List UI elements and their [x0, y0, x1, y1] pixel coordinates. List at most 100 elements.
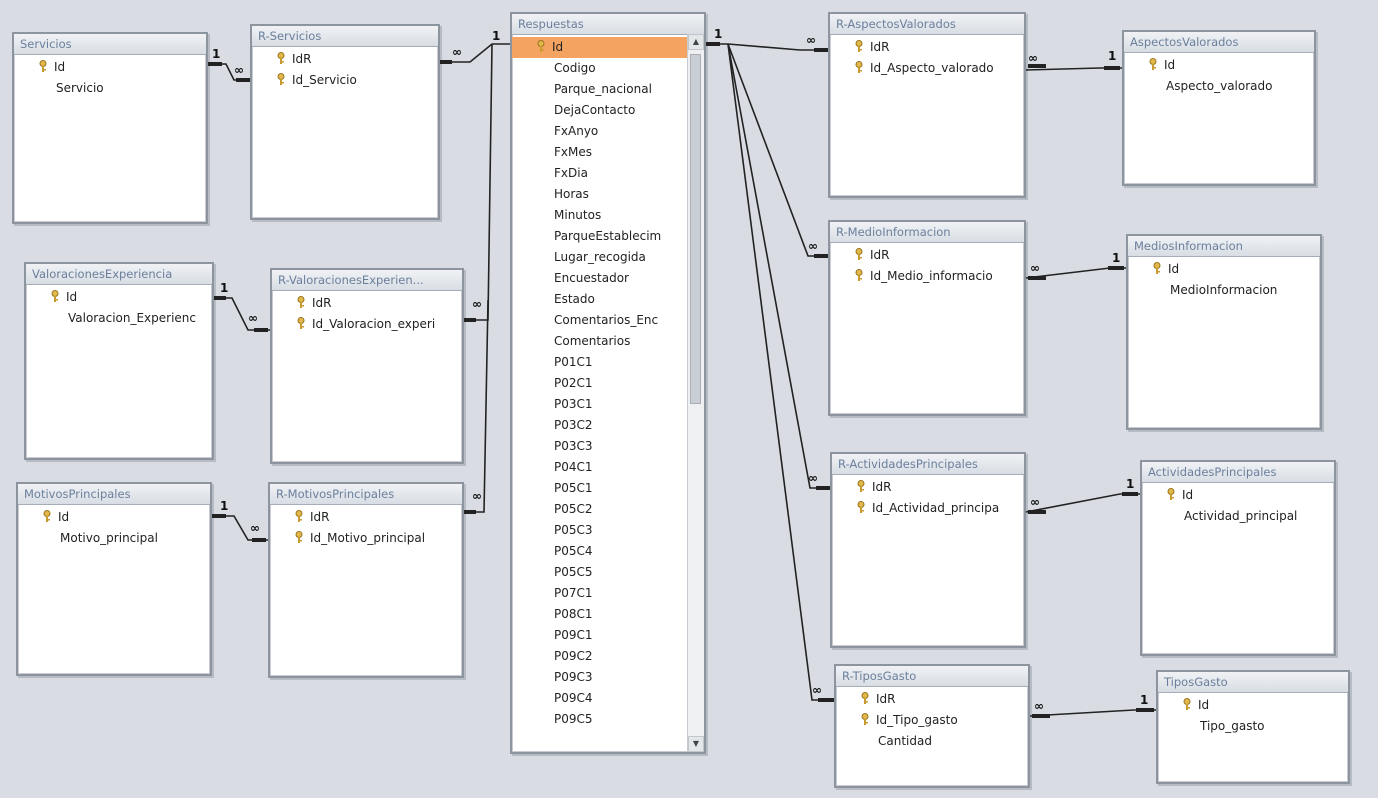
table-title[interactable]: R-MedioInformacion — [830, 222, 1024, 243]
table-r-actividades-principales[interactable]: R-ActividadesPrincipales IdR Id_Activida… — [830, 452, 1026, 648]
field-row[interactable]: Id — [1128, 259, 1320, 280]
field-row[interactable]: P09C5 — [512, 709, 688, 730]
field-row[interactable]: P05C4 — [512, 541, 688, 562]
field-row[interactable]: ParqueEstablecim — [512, 226, 688, 247]
field-row[interactable]: IdR — [830, 245, 1024, 266]
table-tipos-gasto[interactable]: TiposGasto Id Tipo_gasto — [1156, 670, 1350, 784]
field-row[interactable]: P03C1 — [512, 394, 688, 415]
field-row[interactable]: Codigo — [512, 58, 688, 79]
field-row[interactable]: Id_Actividad_principa — [832, 498, 1024, 519]
field-row[interactable]: MedioInformacion — [1128, 280, 1320, 301]
table-valoraciones-experiencia[interactable]: ValoracionesExperiencia Id Valoracion_Ex… — [24, 262, 214, 460]
field-row[interactable]: P01C1 — [512, 352, 688, 373]
field-row[interactable]: P09C3 — [512, 667, 688, 688]
field-row[interactable]: Id_Tipo_gasto — [836, 710, 1028, 731]
table-title[interactable]: R-Servicios — [252, 26, 438, 47]
field-row[interactable]: Id — [1158, 695, 1348, 716]
key-icon — [860, 713, 870, 726]
table-title[interactable]: MediosInformacion — [1128, 236, 1320, 257]
field-row[interactable]: IdR — [270, 507, 462, 528]
table-r-motivos-principales[interactable]: R-MotivosPrincipales IdR Id_Motivo_princ… — [268, 482, 464, 678]
vertical-scrollbar[interactable]: ▲ ▼ — [687, 34, 704, 752]
field-row[interactable]: Aspecto_valorado — [1124, 76, 1314, 97]
table-title[interactable]: Respuestas — [512, 14, 704, 35]
field-row[interactable]: P05C5 — [512, 562, 688, 583]
table-r-medio-informacion[interactable]: R-MedioInformacion IdR Id_Medio_informac… — [828, 220, 1026, 416]
field-row[interactable]: Id — [18, 507, 210, 528]
table-r-tipos-gasto[interactable]: R-TiposGasto IdR Id_Tipo_gasto Cantidad — [834, 664, 1030, 788]
table-r-aspectos-valorados[interactable]: R-AspectosValorados IdR Id_Aspecto_valor… — [828, 12, 1026, 198]
field-row[interactable]: IdR — [832, 477, 1024, 498]
field-row[interactable]: Id — [1124, 55, 1314, 76]
field-row[interactable]: Encuestador — [512, 268, 688, 289]
field-row[interactable]: FxDia — [512, 163, 688, 184]
table-title[interactable]: R-TiposGasto — [836, 666, 1028, 687]
field-row[interactable]: P03C3 — [512, 436, 688, 457]
field-row[interactable]: Id_Motivo_principal — [270, 528, 462, 549]
table-servicios[interactable]: Servicios Id Servicio — [12, 32, 208, 224]
field-row[interactable]: P05C2 — [512, 499, 688, 520]
field-row[interactable]: Id_Medio_informacio — [830, 266, 1024, 287]
field-row-selected[interactable]: Id — [512, 37, 688, 58]
field-label: IdR — [870, 40, 890, 54]
field-row[interactable]: Id — [14, 57, 206, 78]
field-row[interactable]: Servicio — [14, 78, 206, 99]
field-row[interactable]: IdR — [830, 37, 1024, 58]
table-title[interactable]: R-MotivosPrincipales — [270, 484, 462, 505]
field-row[interactable]: Minutos — [512, 205, 688, 226]
field-row[interactable]: P02C1 — [512, 373, 688, 394]
field-row[interactable]: P08C1 — [512, 604, 688, 625]
field-row[interactable]: DejaContacto — [512, 100, 688, 121]
field-row[interactable]: Valoracion_Experienc — [26, 308, 212, 329]
field-row[interactable]: Cantidad — [836, 731, 1028, 752]
field-label: P02C1 — [554, 376, 593, 390]
field-row[interactable]: IdR — [252, 49, 438, 70]
field-row[interactable]: P03C2 — [512, 415, 688, 436]
table-medios-informacion[interactable]: MediosInformacion Id MedioInformacion — [1126, 234, 1322, 430]
field-row[interactable]: P05C3 — [512, 520, 688, 541]
field-row[interactable]: Comentarios — [512, 331, 688, 352]
table-respuestas[interactable]: Respuestas Id Codigo Parque_nacional DejaCo… — [510, 12, 706, 754]
field-row[interactable]: IdR — [836, 689, 1028, 710]
field-row[interactable]: Id_Aspecto_valorado — [830, 58, 1024, 79]
field-row[interactable]: Motivo_principal — [18, 528, 210, 549]
field-row[interactable]: Id_Valoracion_experi — [272, 314, 462, 335]
table-r-valoraciones-experiencia[interactable]: R-ValoracionesExperien... IdR Id_Valorac… — [270, 268, 464, 464]
field-row[interactable]: P09C4 — [512, 688, 688, 709]
down-arrow-icon[interactable]: ▼ — [688, 736, 704, 752]
field-row[interactable]: P07C1 — [512, 583, 688, 604]
field-row[interactable]: Estado — [512, 289, 688, 310]
field-row[interactable]: Horas — [512, 184, 688, 205]
scroll-thumb[interactable] — [690, 54, 701, 404]
field-row[interactable]: Actividad_principal — [1142, 506, 1334, 527]
table-title[interactable]: R-ValoracionesExperien... — [272, 270, 462, 291]
table-title[interactable]: ValoracionesExperiencia — [26, 264, 212, 285]
table-title[interactable]: ActividadesPrincipales — [1142, 462, 1334, 483]
field-row[interactable]: Tipo_gasto — [1158, 716, 1348, 737]
field-row[interactable]: Parque_nacional — [512, 79, 688, 100]
field-row[interactable]: Comentarios_Enc — [512, 310, 688, 331]
table-title[interactable]: R-ActividadesPrincipales — [832, 454, 1024, 475]
field-row[interactable]: FxMes — [512, 142, 688, 163]
up-arrow-icon[interactable]: ▲ — [688, 34, 704, 50]
table-title[interactable]: Servicios — [14, 34, 206, 55]
table-r-servicios[interactable]: R-Servicios IdR Id_Servicio — [250, 24, 440, 220]
field-row[interactable]: Id — [26, 287, 212, 308]
table-aspectos-valorados[interactable]: AspectosValorados Id Aspecto_valorado — [1122, 30, 1316, 186]
relationships-canvas[interactable]: Servicios Id Servicio R-Servicios IdR Id… — [0, 0, 1378, 798]
field-row[interactable]: P05C1 — [512, 478, 688, 499]
field-row[interactable]: P09C2 — [512, 646, 688, 667]
field-row[interactable]: FxAnyo — [512, 121, 688, 142]
table-title[interactable]: TiposGasto — [1158, 672, 1348, 693]
table-title[interactable]: MotivosPrincipales — [18, 484, 210, 505]
field-row[interactable]: Id — [1142, 485, 1334, 506]
field-row[interactable]: Lugar_recogida — [512, 247, 688, 268]
field-row[interactable]: P04C1 — [512, 457, 688, 478]
field-row[interactable]: IdR — [272, 293, 462, 314]
field-row[interactable]: Id_Servicio — [252, 70, 438, 91]
table-motivos-principales[interactable]: MotivosPrincipales Id Motivo_principal — [16, 482, 212, 676]
table-actividades-principales[interactable]: ActividadesPrincipales Id Actividad_prin… — [1140, 460, 1336, 656]
field-row[interactable]: P09C1 — [512, 625, 688, 646]
table-title[interactable]: R-AspectosValorados — [830, 14, 1024, 35]
table-title[interactable]: AspectosValorados — [1124, 32, 1314, 53]
